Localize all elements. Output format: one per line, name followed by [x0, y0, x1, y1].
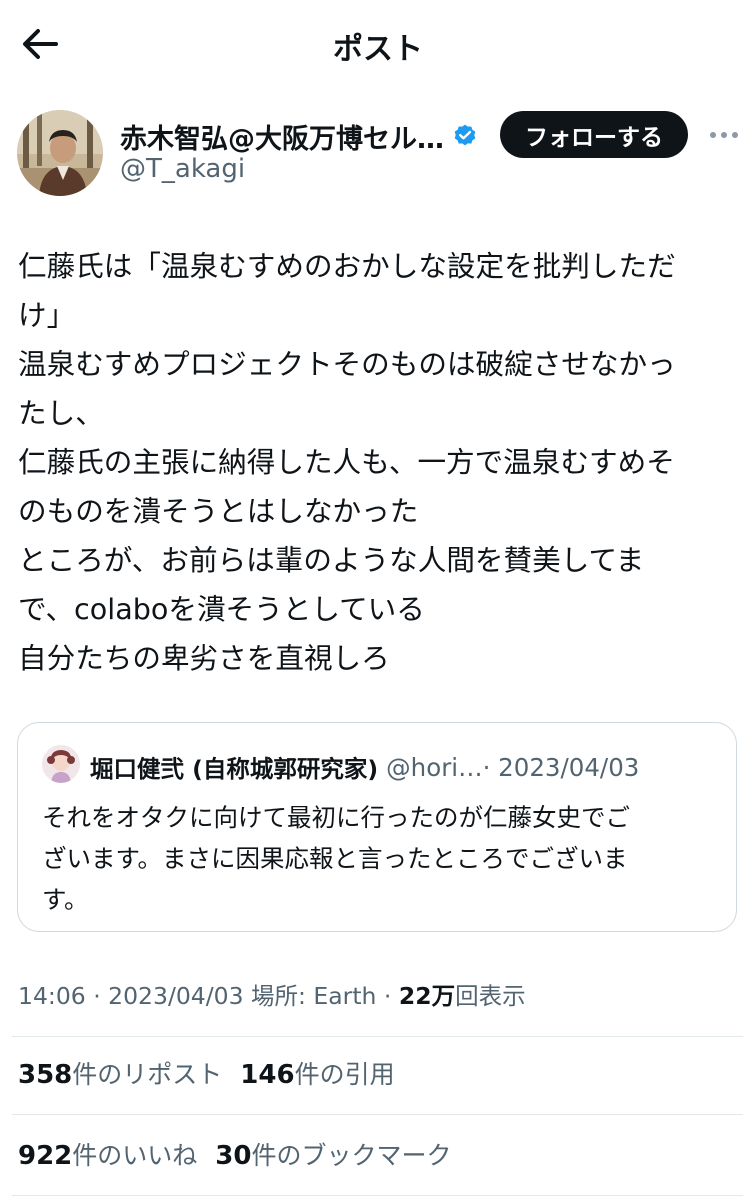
post-text: 仁藤氏は「温泉むすめのおかしな設定を批判しただ け」 温泉むすめプロジェクトその…	[18, 242, 740, 683]
post-text-line: 温泉むすめプロジェクトそのものは破綻させなかっ	[18, 347, 676, 381]
reposts-count: 358	[18, 1060, 73, 1090]
likes-count: 922	[18, 1141, 73, 1171]
post-time-place: 14:06 · 2023/04/03 場所: Earth ·	[18, 982, 399, 1010]
quoted-text-line: す。	[42, 885, 89, 914]
author-handle[interactable]: @T_akagi	[120, 154, 245, 184]
quoted-text-line: ざいます。まさに因果応報と言ったところでございま	[42, 844, 628, 873]
reposts-stat[interactable]: 358件のリポスト	[18, 1060, 223, 1090]
divider	[12, 1036, 743, 1037]
quotes-stat[interactable]: 146件の引用	[240, 1060, 395, 1090]
quotes-label: 件の引用	[294, 1060, 395, 1089]
top-bar: ポスト	[0, 0, 756, 86]
quoted-author-avatar	[42, 745, 80, 783]
views-label: 回表示	[455, 982, 526, 1010]
quoted-author-handle: @hori…	[386, 752, 483, 782]
post-text-line: たし、	[18, 396, 104, 430]
bookmarks-stat[interactable]: 30件のブックマーク	[215, 1141, 452, 1171]
post-text-line: 自分たちの卑劣さを直視しろ	[18, 641, 390, 675]
bookmarks-label: 件のブックマーク	[251, 1141, 452, 1170]
quoted-post-date: · 2023/04/03	[482, 752, 640, 782]
bookmarks-count: 30	[215, 1141, 252, 1171]
verified-badge-icon	[454, 124, 476, 146]
author-name[interactable]: 赤木智弘@大阪万博セル…	[120, 117, 444, 156]
author-avatar[interactable]	[17, 110, 103, 196]
divider	[12, 1114, 743, 1115]
reposts-label: 件のリポスト	[72, 1060, 223, 1089]
post-metadata: 14:06 · 2023/04/03 場所: Earth · 22万回表示	[18, 976, 526, 1016]
quoted-post-text: それをオタクに向けて最初に行ったのが仁藤女史でご ざいます。まさに因果応報と言っ…	[42, 797, 722, 920]
more-icon[interactable]	[704, 118, 744, 152]
author-name-row: 赤木智弘@大阪万博セル…	[120, 116, 500, 156]
divider	[12, 1195, 743, 1196]
stats-row-likes: 922件のいいね 30件のブックマーク	[18, 1134, 470, 1178]
quoted-author-name: 堀口健弐 (自称城郭研究家)	[90, 755, 379, 783]
post-text-line: 仁藤氏は「温泉むすめのおかしな設定を批判しただ	[18, 249, 676, 283]
post-text-line: 仁藤氏の主張に納得した人も、一方で温泉むすめそ	[18, 445, 675, 479]
quoted-post-card[interactable]: 堀口健弐 (自称城郭研究家) @hori… · 2023/04/03 それをオタ…	[17, 722, 737, 932]
follow-button[interactable]: フォローする	[500, 111, 688, 158]
post-text-line: で、colaboを潰そうとしている	[18, 592, 425, 626]
views-count: 22万	[398, 982, 456, 1010]
quoted-text-line: それをオタクに向けて最初に行ったのが仁藤女史でご	[42, 803, 630, 832]
stats-row-reposts: 358件のリポスト 146件の引用	[18, 1053, 413, 1097]
post-text-line: のものを潰そうとはしなかった	[18, 494, 419, 528]
page-title: ポスト	[333, 32, 423, 67]
post-text-line: ところが、お前らは輩のような人間を賛美してま	[18, 543, 645, 577]
quotes-count: 146	[240, 1060, 295, 1090]
post-text-line: け」	[18, 298, 76, 332]
quoted-post-header: 堀口健弐 (自称城郭研究家) @hori… · 2023/04/03	[90, 749, 730, 785]
likes-stat[interactable]: 922件のいいね	[18, 1141, 198, 1171]
likes-label: 件のいいね	[72, 1141, 198, 1170]
